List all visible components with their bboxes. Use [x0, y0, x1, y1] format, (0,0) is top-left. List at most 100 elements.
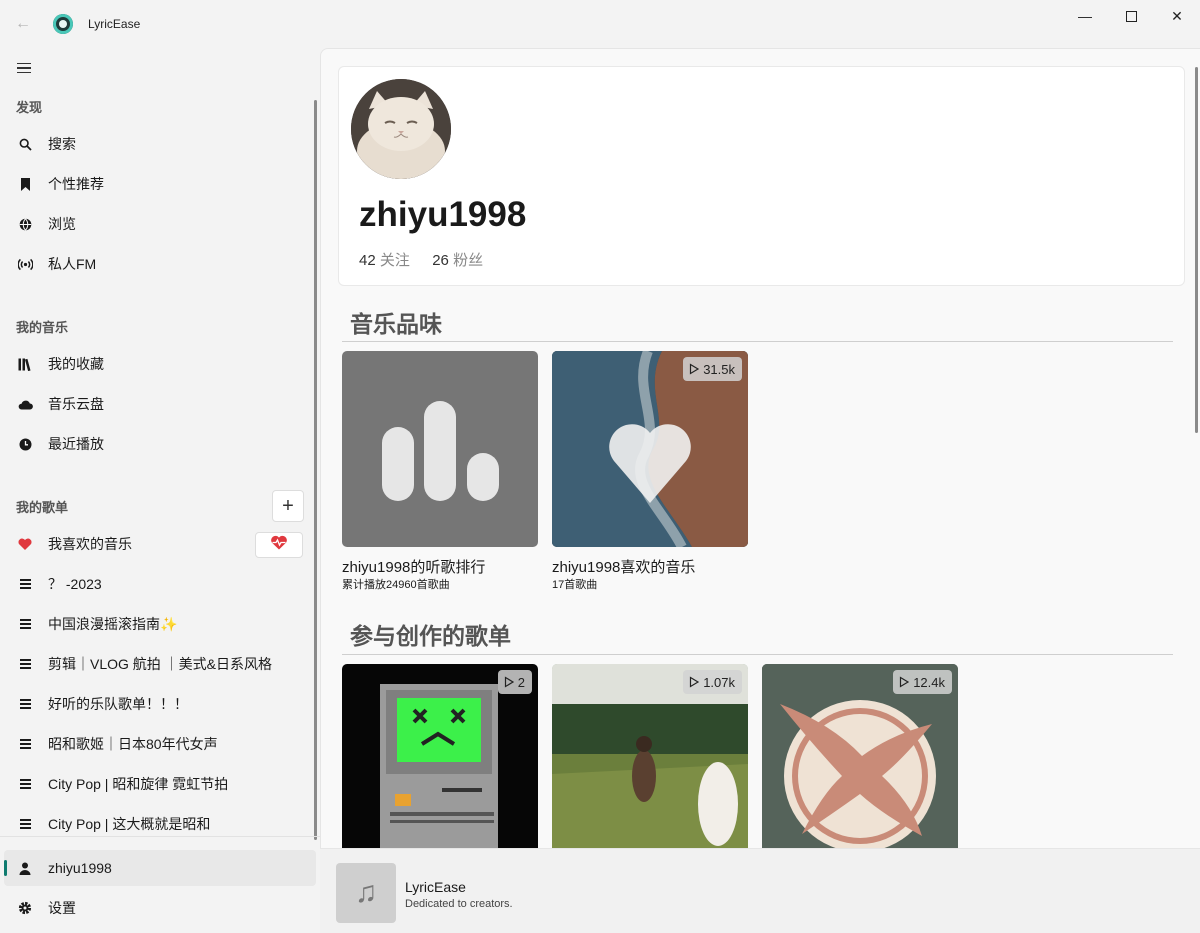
play-count: 1.07k [703, 674, 735, 690]
section-divider [342, 341, 1173, 342]
sidebar-item-label: City Pop | 这大概就是昭和 [48, 816, 211, 832]
card-title[interactable]: zhiyu1998喜欢的音乐 [552, 556, 695, 577]
section-title-playlists: 我的歌单 [16, 500, 69, 515]
sidebar-item-collection[interactable]: 我的收藏 [4, 346, 316, 382]
sidebar-item-label: 中国浪漫摇滚指南✨ [48, 616, 178, 632]
sidebar-item-settings[interactable]: 设置 [4, 890, 316, 926]
sidebar-item-playlist[interactable]: ？ -2023 [4, 566, 316, 602]
play-icon [900, 676, 910, 688]
following-label[interactable]: 关注 [380, 252, 410, 269]
player-title: LyricEase [405, 879, 466, 895]
cloud-icon [16, 395, 34, 413]
chart-bars-icon [382, 401, 499, 501]
profile-username: zhiyu1998 [359, 195, 527, 234]
playlist-card[interactable]: 1.07k [552, 664, 748, 849]
add-playlist-button[interactable]: + [272, 490, 304, 522]
close-button[interactable]: ✕ [1154, 0, 1200, 32]
card-title[interactable]: zhiyu1998的听歌排行 [342, 556, 485, 577]
close-icon: ✕ [1171, 7, 1183, 24]
list-icon [16, 815, 34, 833]
play-count-badge: 31.5k [683, 357, 742, 381]
sidebar-item-label: 私人FM [48, 256, 97, 272]
play-count: 12.4k [913, 674, 945, 690]
list-icon [16, 615, 34, 633]
main-content: zhiyu1998 42 关注 26 粉丝 音乐品味 zhiyu1998的听歌排… [320, 48, 1200, 849]
sidebar-item-recommend[interactable]: 个性推荐 [4, 166, 316, 202]
sidebar-item-playlist[interactable]: City Pop | 昭和旋律 霓虹节拍 [4, 766, 316, 802]
library-icon [16, 355, 34, 373]
play-count-badge: 1.07k [683, 670, 742, 694]
person-icon [16, 859, 34, 877]
sidebar-item-recent[interactable]: 最近播放 [4, 426, 316, 462]
sidebar-item-browse[interactable]: 浏览 [4, 206, 316, 242]
sidebar-item-playlist[interactable]: 好听的乐队歌单！！！ [4, 686, 316, 722]
sidebar-item-playlist[interactable]: 昭和歌姬｜日本80年代女声 [4, 726, 316, 762]
play-icon [504, 676, 514, 688]
sidebar-item-label: City Pop | 昭和旋律 霓虹节拍 [48, 776, 229, 792]
list-icon [16, 655, 34, 673]
heartbeat-mode-button[interactable] [255, 532, 303, 558]
maximize-button[interactable] [1108, 0, 1154, 32]
sidebar-scrollbar[interactable] [314, 100, 317, 840]
arrow-left-icon: ← [15, 15, 31, 32]
play-icon [690, 363, 700, 375]
section-heading-created: 参与创作的歌单 [350, 623, 511, 649]
sidebar-item-label: zhiyu1998 [48, 860, 112, 876]
sidebar-item-fm[interactable]: 私人FM [4, 246, 316, 282]
back-button[interactable]: ← [10, 12, 36, 36]
player-subtitle: Dedicated to creators. [405, 898, 513, 910]
sidebar-item-playlist[interactable]: 中国浪漫摇滚指南✨ [4, 606, 316, 642]
play-count: 31.5k [703, 361, 735, 377]
liked-music-card[interactable]: 31.5k [552, 351, 748, 547]
play-count-badge: 2 [497, 670, 532, 694]
list-icon [16, 735, 34, 753]
album-art-placeholder[interactable]: ♫ [336, 863, 396, 923]
gear-icon [16, 899, 34, 917]
sidebar-item-label: 音乐云盘 [48, 396, 104, 412]
list-icon [16, 575, 34, 593]
heartbeat-icon [270, 535, 288, 555]
sidebar-item-label: 剪辑｜VLOG 航拍 ｜美式&日系风格 [48, 656, 273, 672]
title-bar: ← LyricEase — ✕ [0, 0, 1200, 48]
play-icon [690, 676, 700, 688]
selection-indicator [4, 860, 7, 876]
card-subtitle: 累计播放24960首歌曲 [342, 579, 450, 591]
list-icon [16, 695, 34, 713]
clock-icon [16, 435, 34, 453]
list-icon [16, 775, 34, 793]
sidebar-item-account[interactable]: zhiyu1998 [4, 850, 316, 886]
hamburger-menu-button[interactable] [10, 54, 38, 82]
follow-stats: 42 关注 26 粉丝 [359, 249, 483, 270]
section-title-my-music: 我的音乐 [16, 320, 69, 335]
playlist-card[interactable]: 12.4k [762, 664, 958, 849]
search-icon [16, 135, 34, 153]
globe-icon [16, 215, 34, 233]
profile-card: zhiyu1998 42 关注 26 粉丝 [338, 66, 1185, 286]
radio-icon [16, 255, 34, 273]
sidebar-item-label: 搜索 [48, 136, 76, 152]
minimize-button[interactable]: — [1062, 0, 1108, 32]
sidebar-item-label: 最近播放 [48, 436, 104, 452]
app-logo-icon [53, 14, 73, 34]
sidebar-item-label: 好听的乐队歌单！！！ [48, 696, 188, 712]
bookmark-icon [16, 175, 34, 193]
minimize-icon: — [1078, 8, 1092, 24]
sidebar-item-label: 我喜欢的音乐 [48, 536, 132, 552]
sidebar-item-label: 个性推荐 [48, 176, 104, 192]
playlist-card[interactable]: 2 [342, 664, 538, 849]
followers-count: 26 [432, 252, 449, 269]
app-title: LyricEase [88, 17, 141, 31]
avatar[interactable] [351, 79, 451, 179]
player-bar: ♫ LyricEase Dedicated to creators. [320, 848, 1200, 933]
sidebar-item-label: 我的收藏 [48, 356, 104, 372]
ranking-card[interactable] [342, 351, 538, 547]
plus-icon: + [282, 494, 294, 517]
sidebar-item-playlist[interactable]: 剪辑｜VLOG 航拍 ｜美式&日系风格 [4, 646, 316, 682]
main-scrollbar[interactable] [1195, 67, 1198, 433]
followers-label[interactable]: 粉丝 [453, 252, 483, 269]
sidebar-item-search[interactable]: 搜索 [4, 126, 316, 162]
heart-icon [16, 535, 34, 553]
music-note-icon: ♫ [354, 876, 378, 909]
sidebar-item-cloud[interactable]: 音乐云盘 [4, 386, 316, 422]
play-count-badge: 12.4k [893, 670, 952, 694]
